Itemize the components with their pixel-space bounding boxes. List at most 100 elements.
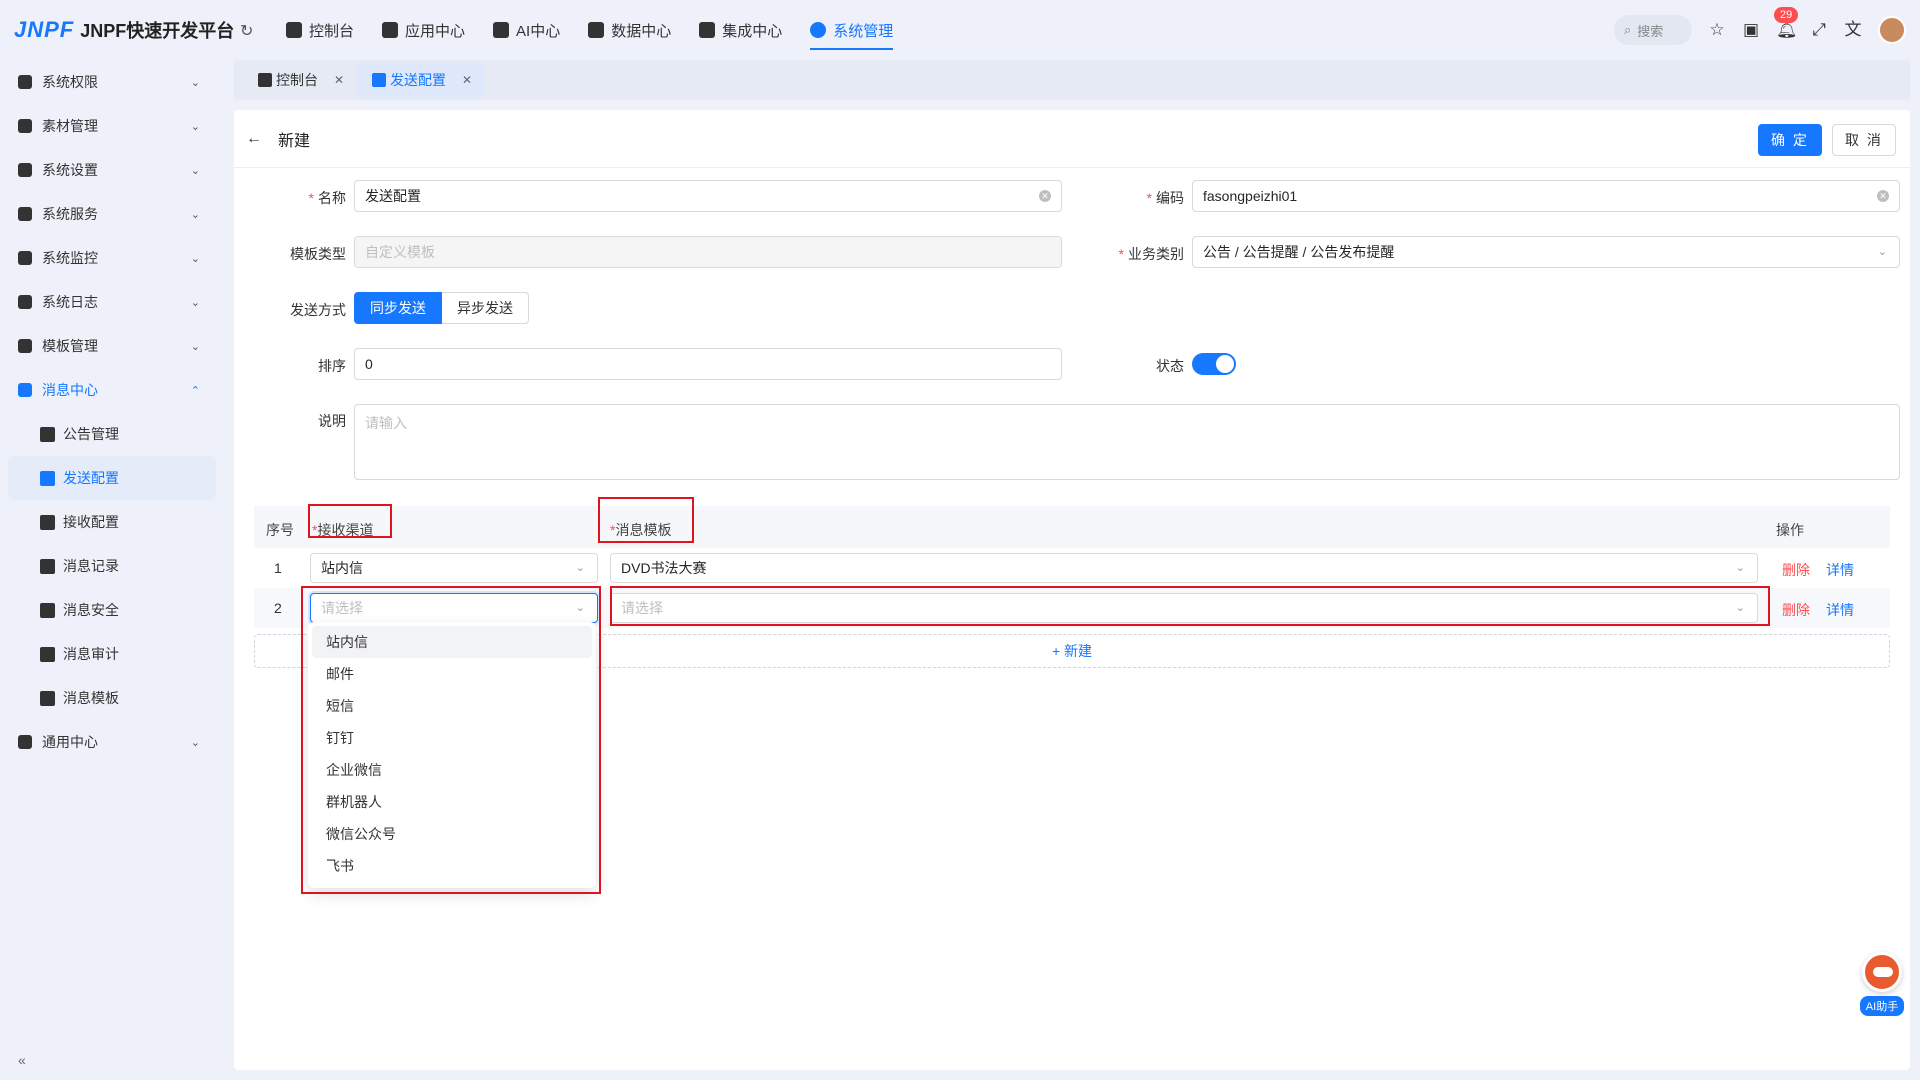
sort-input[interactable]: 0 [354,348,1062,380]
required-mark: * [1146,190,1152,206]
sidebar-subitem-send-config[interactable]: 发送配置 [8,456,216,500]
sidebar-subitem-message-record[interactable]: 消息记录 [0,544,224,588]
name-label: * 名称 [274,188,346,208]
send-mode-sync-button[interactable]: 同步发送 [354,292,442,324]
sidebar-item-label: 系统服务 [42,206,98,222]
chevron-down-icon: ⌄ [190,296,200,309]
nav-dashboard[interactable]: 控制台 [272,0,368,60]
table-row: 1 站内信 ⌄ DVD书法大赛 ⌄ 删除 详情 [254,548,1890,588]
translate-icon[interactable]: 文 [1844,21,1862,39]
sidebar-subitem-message-audit[interactable]: 消息审计 [0,632,224,676]
chevron-down-icon: ⌄ [1735,602,1745,614]
description-label: 说明 [318,413,346,429]
page-title: 新建 [278,132,311,150]
nav-label: AI中心 [516,22,561,40]
status-switch[interactable] [1192,353,1236,375]
announcement-icon [40,426,55,442]
required-mark: * [1118,246,1124,262]
top-right-tools: ⌕ 搜索 ☆ ▣ 🔔︎ 29 ⤢ 文 [1614,0,1906,60]
description-textarea[interactable]: 请输入 [354,404,1900,480]
close-icon[interactable]: ✕ [462,73,472,87]
portal-icon[interactable]: ▣ [1742,21,1760,39]
nav-label: 系统管理 [833,22,894,40]
dropdown-option[interactable]: 邮件 [312,658,592,690]
dropdown-option[interactable]: 飞书 [312,850,592,882]
dropdown-option[interactable]: 企业微信 [312,754,592,786]
avatar[interactable] [1878,16,1906,44]
nav-data-center[interactable]: 数据中心 [574,0,685,60]
sidebar-subitem-receive-config[interactable]: 接收配置 [0,500,224,544]
dropdown-option[interactable]: 钉钉 [312,722,592,754]
chevron-down-icon: ⌄ [190,252,200,265]
bell-icon[interactable]: 🔔︎ 29 [1774,7,1799,39]
app-title: JNPF快速开发平台 [80,21,235,41]
fullscreen-icon[interactable]: ⤢ [1810,21,1828,39]
sidebar-item-material[interactable]: 素材管理 ⌄ [0,104,224,148]
template-icon [18,339,32,353]
textarea-placeholder: 请输入 [365,415,407,431]
template-type-input: 自定义模板 [354,236,1062,268]
sidebar-subitem-message-template[interactable]: 消息模板 [0,676,224,720]
dropdown-option[interactable]: 短信 [312,690,592,722]
cancel-button[interactable]: 取 消 [1832,124,1896,156]
app-grid-icon [382,22,399,38]
ai-assistant[interactable]: AI助手 [1858,952,1906,1022]
tab-send-config[interactable]: 发送配置 ✕ [356,63,485,97]
select-value: 站内信 [321,560,363,576]
category-select[interactable]: 公告 / 公告提醒 / 公告发布提醒 ⌄ [1192,236,1900,268]
select-placeholder: 请选择 [321,600,363,616]
nav-app-center[interactable]: 应用中心 [368,0,479,60]
delete-link[interactable]: 删除 [1782,600,1810,620]
sidebar-item-message-center[interactable]: 消息中心 ⌃ [0,368,224,412]
dropdown-option[interactable]: 群机器人 [312,786,592,818]
sidebar-subitem-message-security[interactable]: 消息安全 [0,588,224,632]
clear-icon[interactable]: ✕ [1877,190,1889,202]
template-select[interactable]: DVD书法大赛 ⌄ [610,553,1758,583]
sidebar-item-template[interactable]: 模板管理 ⌄ [0,324,224,368]
chevron-down-icon: ⌄ [1735,562,1745,574]
input-value: 发送配置 [365,188,421,204]
close-icon[interactable]: ✕ [334,73,344,87]
collapse-sidebar-icon[interactable]: « [18,1052,26,1068]
delete-link[interactable]: 删除 [1782,560,1810,580]
sidebar-item-system-settings[interactable]: 系统设置 ⌄ [0,148,224,192]
code-input[interactable]: fasongpeizhi01 ✕ [1192,180,1900,212]
nav-ai-center[interactable]: AI中心 [479,0,574,60]
select-value: DVD书法大赛 [621,560,707,576]
send-mode-label: 发送方式 [290,302,346,318]
sidebar-subitem-announcement[interactable]: 公告管理 [0,412,224,456]
back-arrow-icon[interactable]: ← [246,130,262,148]
name-input[interactable]: 发送配置 ✕ [354,180,1062,212]
search-box[interactable]: ⌕ 搜索 [1614,15,1692,45]
sidebar-item-system-monitor[interactable]: 系统监控 ⌄ [0,236,224,280]
star-icon[interactable]: ☆ [1708,21,1726,39]
sidebar-subitem-label: 消息审计 [63,646,119,662]
nav-system-management[interactable]: 系统管理 [796,0,907,60]
top-bar: JNPF JNPF快速开发平台 ↻ 控制台 应用中心 AI中心 数据中心 集成中… [0,0,1920,60]
message-template-icon [40,690,55,706]
confirm-button[interactable]: 确 定 [1758,124,1822,156]
channel-select[interactable]: 站内信 ⌄ [310,553,598,583]
panel-header: ← 新建 [234,110,1910,168]
sidebar-item-system-permission[interactable]: 系统权限 ⌄ [0,60,224,104]
service-icon [18,207,32,221]
sidebar-subitem-label: 发送配置 [63,470,119,486]
dropdown-option[interactable]: 微信公众号 [312,818,592,850]
app-logo[interactable]: JNPF JNPF快速开发平台 [0,17,236,43]
nav-integration-center[interactable]: 集成中心 [685,0,796,60]
detail-link[interactable]: 详情 [1826,560,1854,580]
refresh-icon[interactable]: ↻ [240,21,258,40]
clear-icon[interactable]: ✕ [1039,190,1051,202]
channel-select[interactable]: 请选择 ⌄ [310,593,598,623]
template-type-label: 模板类型 [290,246,346,262]
dropdown-option[interactable]: 站内信 [312,626,592,658]
send-mode-async-button[interactable]: 异步发送 [442,292,529,324]
detail-link[interactable]: 详情 [1826,600,1854,620]
database-icon [588,22,605,38]
sidebar-item-system-service[interactable]: 系统服务 ⌄ [0,192,224,236]
sidebar-item-system-log[interactable]: 系统日志 ⌄ [0,280,224,324]
tab-dashboard[interactable]: 控制台 ✕ [234,63,356,97]
template-select[interactable]: 请选择 ⌄ [610,593,1758,623]
send-config-icon [372,73,386,87]
sidebar-item-general-center[interactable]: 通用中心 ⌄ [0,720,224,764]
